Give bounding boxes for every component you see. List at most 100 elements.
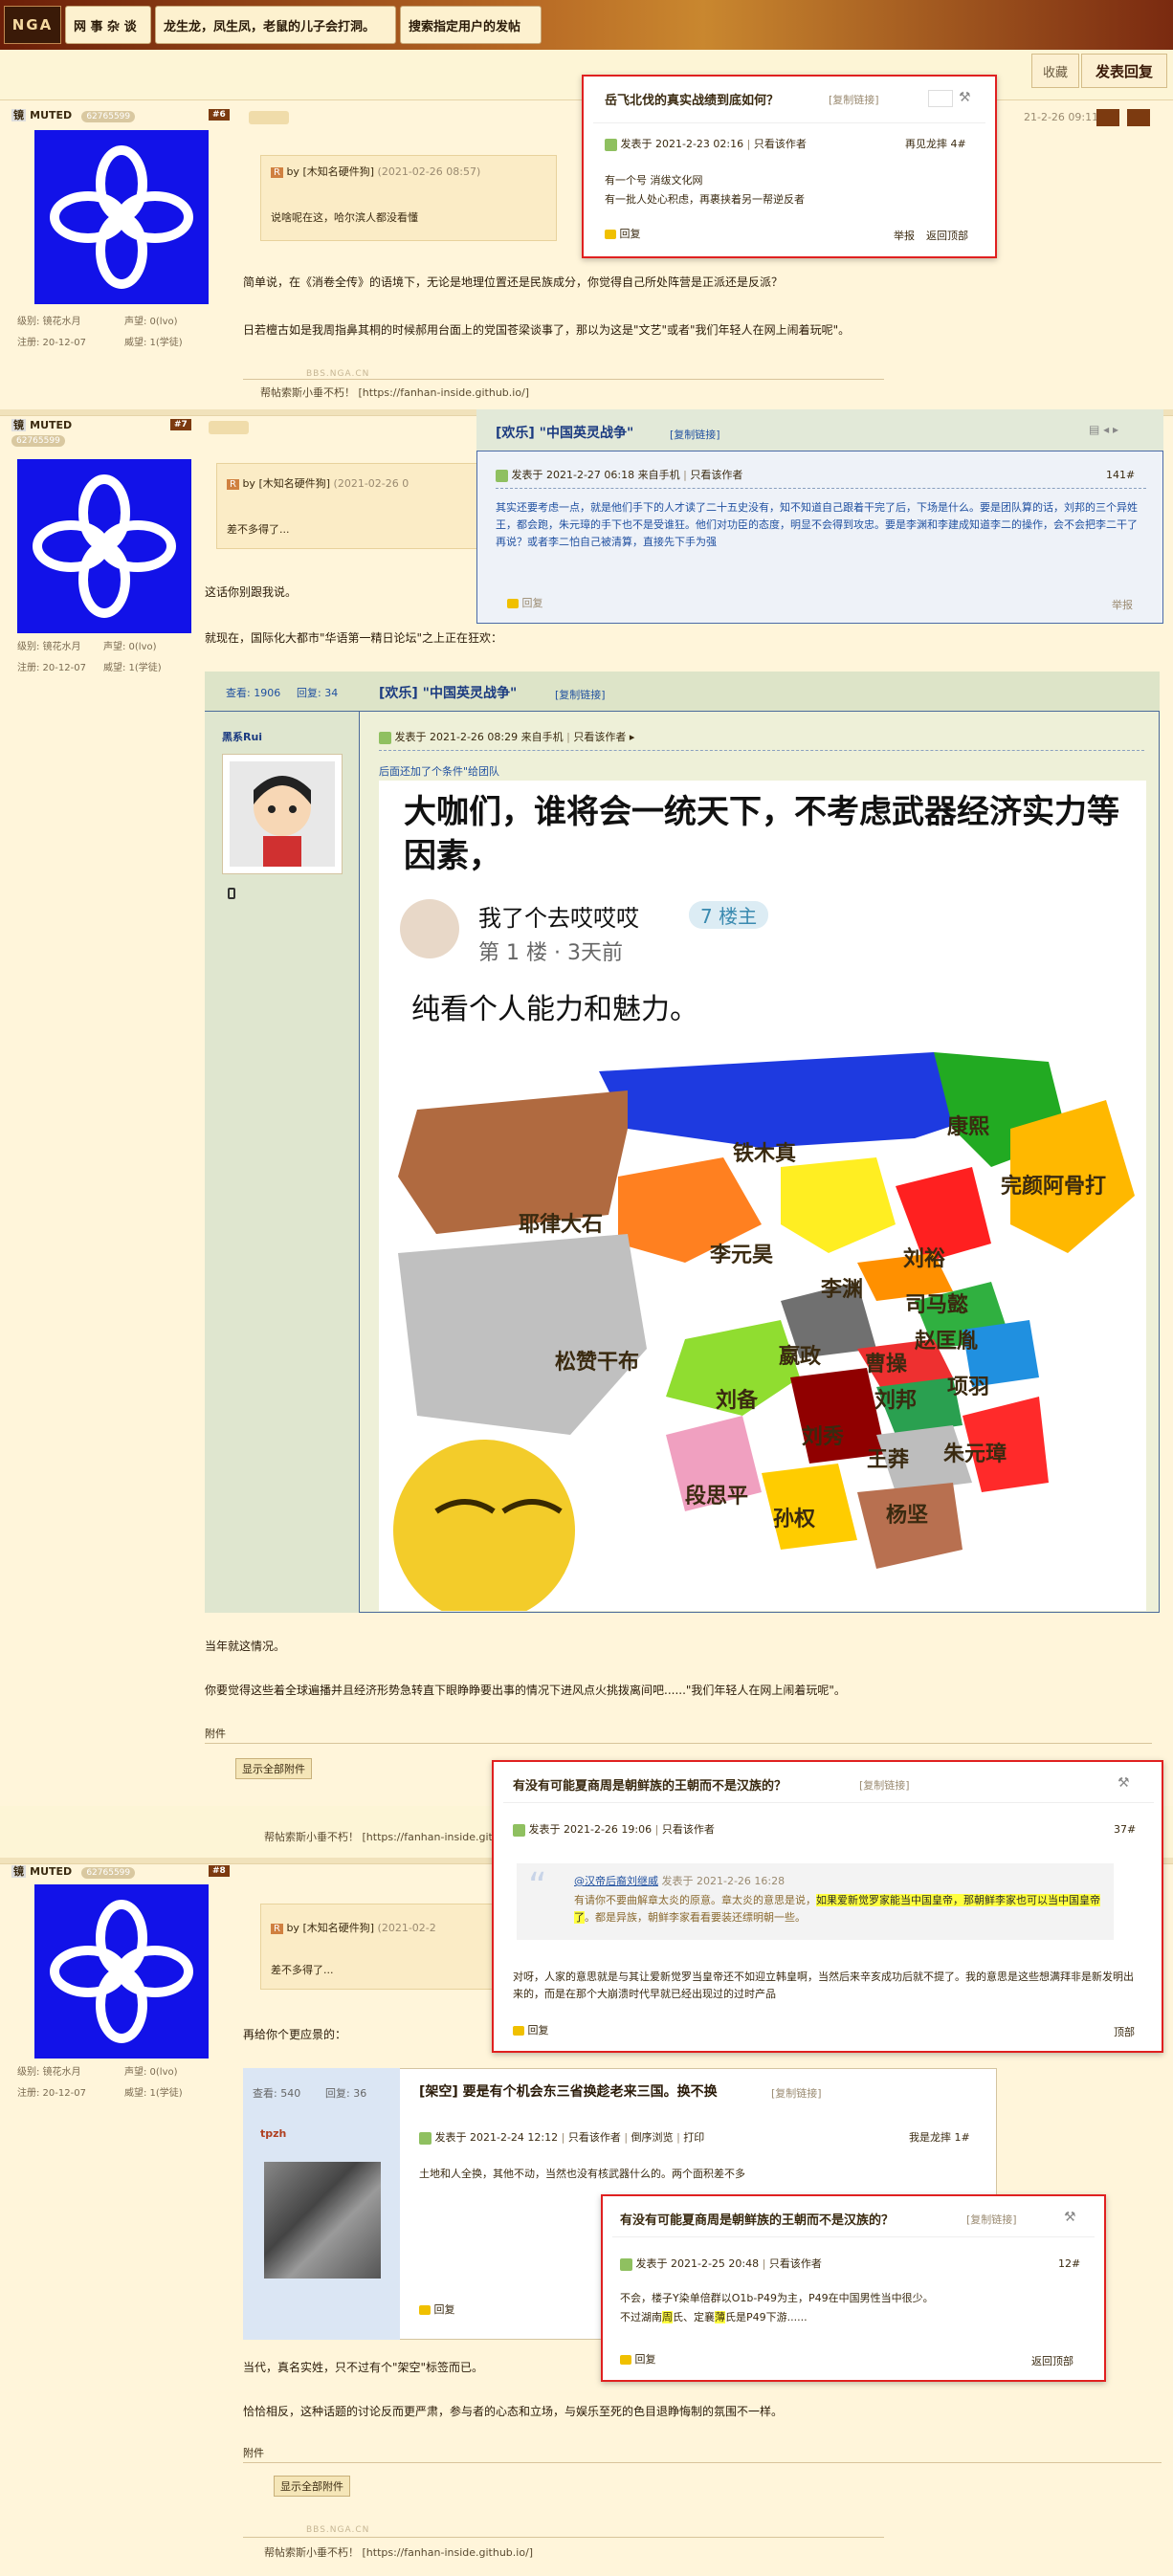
embedded-title[interactable]: [欢乐] "中国英灵战争" (379, 683, 517, 702)
popup-3-back-top[interactable]: 顶部 (1114, 2024, 1135, 2039)
quote-date: (2021-02-2 (377, 1922, 436, 1934)
embedded-views: 查看: 1906 (226, 687, 281, 699)
user-reg: 注册: 20-12-07 (17, 2088, 86, 2099)
user-fame: 声望: 0(lvo) (124, 317, 178, 327)
user-reg: 注册: 20-12-07 (17, 338, 86, 348)
show-attachments-button[interactable]: 显示全部附件 (235, 1758, 312, 1779)
embedded-2-reverse[interactable]: 倒序浏览 (631, 2131, 674, 2144)
user-fame: 声望: 0(lvo) (103, 642, 157, 652)
popup-4-wrench-icon[interactable]: ⚒ (1064, 2210, 1076, 2225)
popup-3-copy-link[interactable]: [复制链接] (859, 1777, 910, 1793)
quote-author[interactable]: by [木知名硬件狗] (286, 1922, 374, 1934)
popup-2-reply[interactable]: 回复 (507, 595, 543, 610)
map-region-label: 铁木真 (733, 1142, 797, 1166)
popup-3-only-author[interactable]: 只看该作者 (662, 1823, 715, 1836)
popup-1-wrench-icon[interactable]: ⚒ (959, 90, 971, 105)
embedded-2-only-author[interactable]: 只看该作者 (568, 2131, 621, 2144)
popup-3-quote-text: 有请你不要曲解章太炎的原意。章太炎的意思是说，如果爱新觉罗家能当中国皇帝，那朝鲜… (574, 1894, 1100, 1924)
popup-1-toggle[interactable] (928, 90, 953, 107)
popup-1-floor: 再见龙摔 4# (905, 138, 966, 150)
embedded-2-author[interactable]: tpzh (260, 2127, 286, 2140)
quote-text: 差不多得了... (227, 523, 290, 536)
reply-bubble-icon (605, 230, 616, 239)
breadcrumb-forum[interactable]: 网 事 杂 谈 (65, 6, 151, 44)
popup-1-divider (593, 122, 985, 123)
popup-1-reply[interactable]: 回复 (605, 226, 641, 241)
popup-4-back-top[interactable]: 返回顶部 (1031, 2353, 1073, 2368)
popup-1-date: 发表于 2021-2-23 02:16 (620, 138, 744, 150)
popup-2-print-icon[interactable]: ▤ ◂ ▸ (1089, 423, 1118, 436)
popup-4-reply[interactable]: 回复 (620, 2351, 656, 2367)
post-icon (379, 731, 391, 744)
popup-3-wrench-icon[interactable]: ⚒ (1118, 1775, 1130, 1791)
popup-4-line-1: 不会，楼子Y染单倍群以O1b-P49为主，P49在中国男性当中很少。 (620, 2292, 934, 2304)
post-7-paragraph-2: 就现在，国际化大都市"华语第一精日论坛"之上正在狂欢： (205, 631, 503, 645)
user-name[interactable]: MUTED (30, 419, 72, 431)
popup-4-only-author[interactable]: 只看该作者 (769, 2257, 822, 2270)
embedded-copy-link[interactable]: [复制链接] (555, 687, 606, 702)
post-6-floor[interactable]: #6 (209, 109, 230, 121)
popup-1-report[interactable]: 举报 (894, 228, 915, 243)
user-name[interactable]: MUTED (30, 1865, 72, 1878)
reply-bubble-icon (513, 2026, 524, 2036)
popup-4-title[interactable]: 有没有可能夏商周是朝鲜族的王朝而不是汉族的？ (620, 2210, 894, 2228)
embedded-author-name[interactable]: 黑系Rui (222, 729, 262, 744)
popup-3-title[interactable]: 有没有可能夏商周是朝鲜族的王朝而不是汉族的？ (513, 1775, 786, 1794)
popup-1-copy-link[interactable]: [复制链接] (829, 92, 879, 107)
avatar[interactable] (34, 1884, 209, 2059)
post-7-signature[interactable]: 帮帖索斯小垂不朽！ [https://fanhan-inside.githu (264, 1829, 494, 1844)
map-region-label: 李元昊 (710, 1244, 774, 1267)
post-8-floor[interactable]: #8 (209, 1865, 230, 1877)
avatar[interactable] (34, 130, 209, 304)
breadcrumb-search-user[interactable]: 搜索指定用户的发帖 (400, 6, 542, 44)
quote-author[interactable]: by [木知名硬件狗] (286, 165, 374, 178)
embedded-2-title[interactable]: [架空] 要是有个机会东三省换趁老来三国。换不换 (419, 2081, 718, 2101)
post-6-signature[interactable]: 帮帖索斯小垂不朽！ [https://fanhan-inside.github.… (260, 385, 529, 400)
popup-3-reply[interactable]: 回复 (513, 2022, 549, 2037)
popup-4-line-2: 不过湖南周氏、定襄薄氏是P49下游...... (620, 2311, 808, 2323)
embedded-2-author-avatar[interactable] (264, 2162, 381, 2279)
reply-icon: R (227, 479, 239, 490)
popup-1-title[interactable]: 岳飞北伐的真实战绩到底如何？ (605, 90, 779, 108)
popup-3-quote-author[interactable]: @汉帝后裔刘继威 (574, 1875, 658, 1887)
map-region-label: 司马懿 (905, 1293, 969, 1317)
post-6-actions-icon[interactable] (249, 111, 289, 124)
map-title: 大咖们，谁将会一统天下，不考虑武器经济实力等因素， (404, 793, 1119, 875)
post-7-actions-icon[interactable] (209, 421, 249, 434)
popup-2-only-author[interactable]: 只看该作者 (690, 469, 742, 481)
nga-logo[interactable]: NGA (4, 6, 61, 44)
user-name[interactable]: MUTED (30, 109, 72, 121)
embedded-2-print[interactable]: 打印 (683, 2131, 704, 2144)
reply-button[interactable]: 发表回复 (1081, 54, 1167, 88)
user-id-badge: 62765599 (11, 435, 65, 447)
post-6-gear-icon[interactable] (1127, 109, 1150, 126)
popup-1-only-author[interactable]: 只看该作者 (754, 138, 807, 150)
user-level: 级别: 镜花水月 (17, 642, 81, 652)
quote-author[interactable]: by [木知名硬件狗] (242, 477, 330, 490)
favorite-button[interactable]: 收藏 (1031, 54, 1079, 88)
user-tag: 镜 (11, 109, 26, 121)
popup-2-title[interactable]: [欢乐] "中国英灵战争" (496, 423, 633, 442)
post-6-date: 21-2-26 09:11 (1024, 111, 1099, 123)
popup-3-meta: 发表于 2021-2-26 19:06 | 只看该作者 (513, 1821, 715, 1837)
embedded-note: 后面还加了个条件"给团队 (379, 765, 500, 778)
popup-4-copy-link[interactable]: [复制链接] (966, 2212, 1017, 2227)
map-region-label: 嬴政 (779, 1345, 822, 1369)
popup-1-back-top[interactable]: 返回顶部 (926, 228, 968, 243)
mobile-icon (228, 888, 235, 899)
post-8-signature[interactable]: 帮帖索斯小垂不朽！ [https://fanhan-inside.github.… (264, 2544, 533, 2560)
embedded-only-author[interactable]: 只看该作者 (573, 731, 626, 743)
popup-2-report[interactable]: 举报 (1112, 597, 1133, 612)
post-6-star-icon[interactable] (1096, 109, 1119, 126)
map-region-label: 杨坚 (886, 1504, 929, 1528)
popup-2-copy-link[interactable]: [复制链接] (670, 427, 720, 442)
breadcrumb-thread[interactable]: 龙生龙，凤生凤，老鼠的儿子会打洞。 (155, 6, 396, 44)
embedded-2-text: 土地和人全换，其他不动，当然也没有核武器什么的。两个面积差不多 (419, 2168, 745, 2180)
user-power: 威望: 1(学徒) (124, 2088, 183, 2099)
embedded-2-reply[interactable]: 回复 (419, 2301, 455, 2317)
embedded-2-copy-link[interactable]: [复制链接] (771, 2085, 822, 2101)
show-attachments-button[interactable]: 显示全部附件 (274, 2476, 350, 2497)
post-7-floor[interactable]: #7 (170, 419, 191, 430)
embedded-author-avatar[interactable] (222, 754, 343, 874)
avatar[interactable] (17, 459, 191, 633)
